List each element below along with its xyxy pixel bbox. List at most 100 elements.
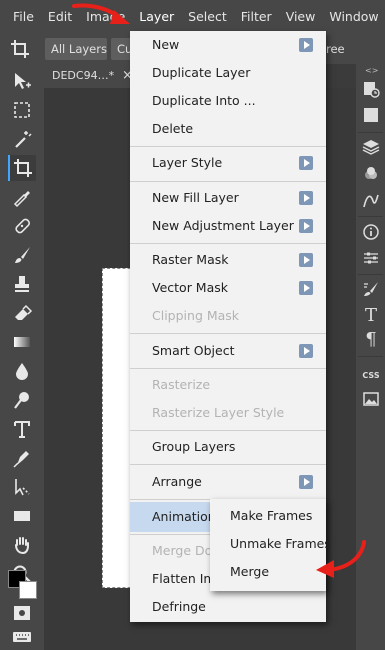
- menu-item-label: Duplicate Into ...: [152, 93, 256, 108]
- menu-item-label: Animation: [152, 509, 216, 524]
- menu-item-label: Delete: [152, 121, 194, 136]
- menu-item-new-fill-layer[interactable]: New Fill Layer: [130, 184, 326, 212]
- menu-bar: File Edit Image Layer Select Filter View…: [0, 0, 385, 34]
- brush-icon[interactable]: [8, 242, 36, 268]
- submenu-item-label: Merge: [230, 564, 270, 579]
- menu-select[interactable]: Select: [181, 0, 234, 34]
- menu-separator: [130, 333, 326, 334]
- path-select-icon[interactable]: [8, 474, 36, 500]
- screen-mode-icon[interactable]: [8, 600, 36, 626]
- menu-item-delete[interactable]: Delete: [130, 115, 326, 143]
- menu-item-label: Vector Mask: [152, 280, 229, 295]
- image-icon[interactable]: [360, 388, 382, 410]
- menu-separator: [130, 464, 326, 465]
- menu-filter[interactable]: Filter: [234, 0, 279, 34]
- annotation-arrow-icon: [72, 3, 130, 24]
- magic-wand-icon[interactable]: [8, 126, 36, 152]
- marquee-icon[interactable]: [8, 97, 36, 123]
- menu-item-label: New Adjustment Layer: [152, 218, 294, 233]
- menu-item-label: Arrange: [152, 474, 202, 489]
- gradient-icon[interactable]: [8, 329, 36, 355]
- paragraph-icon[interactable]: ¶: [360, 328, 382, 350]
- character-icon[interactable]: T: [360, 304, 382, 326]
- menu-item-label: Rasterize: [152, 377, 211, 392]
- menu-item-new[interactable]: New: [130, 31, 326, 59]
- menu-item-label: Smart Object: [152, 343, 235, 358]
- info-icon[interactable]: [360, 221, 382, 243]
- menu-item-group-layers[interactable]: Group Layers: [130, 433, 326, 461]
- blur-icon[interactable]: [8, 358, 36, 384]
- menu-separator: [130, 368, 326, 369]
- menu-item-rasterize-layer-style: Rasterize Layer Style: [130, 399, 326, 427]
- menu-file[interactable]: File: [0, 0, 41, 34]
- background-color[interactable]: [19, 581, 37, 599]
- history-icon[interactable]: [360, 78, 382, 100]
- menu-item-defringe[interactable]: Defringe: [130, 593, 326, 621]
- panel-separator: [358, 274, 383, 275]
- panel-separator: [358, 132, 383, 133]
- swatches-icon[interactable]: [360, 104, 382, 126]
- color-swatch-icon[interactable]: [8, 570, 38, 600]
- menu-item-duplicate-layer[interactable]: Duplicate Layer: [130, 59, 326, 87]
- keyboard-icon[interactable]: [8, 624, 36, 650]
- submenu-arrow-icon: [299, 253, 313, 267]
- css-icon[interactable]: CSS: [360, 364, 382, 386]
- pen-icon[interactable]: [8, 445, 36, 471]
- menu-item-raster-mask[interactable]: Raster Mask: [130, 246, 326, 274]
- menu-item-clipping-mask: Clipping Mask: [130, 302, 326, 330]
- all-layers-button[interactable]: All Layers: [45, 38, 107, 60]
- document-tab[interactable]: DEDC94…*: [44, 64, 130, 88]
- submenu-arrow-icon: [299, 38, 313, 52]
- menu-item-vector-mask[interactable]: Vector Mask: [130, 274, 326, 302]
- text-tool-icon[interactable]: [8, 416, 36, 442]
- submenu-arrow-icon: [299, 219, 313, 233]
- submenu-arrow-icon: [299, 475, 313, 489]
- eyedropper-icon[interactable]: [8, 184, 36, 210]
- channels-icon[interactable]: [360, 163, 382, 185]
- menu-separator: [130, 181, 326, 182]
- submenu-item-merge[interactable]: Merge: [210, 558, 326, 586]
- layers-icon[interactable]: [360, 136, 382, 158]
- brushes-icon[interactable]: [360, 278, 382, 300]
- menu-view[interactable]: View: [279, 0, 323, 34]
- submenu-item-label: Make Frames: [230, 508, 313, 523]
- crop-icon[interactable]: [9, 38, 31, 60]
- hand-icon[interactable]: [8, 532, 36, 558]
- submenu-item-make-frames[interactable]: Make Frames: [210, 502, 326, 530]
- menu-item-label: New: [152, 37, 180, 52]
- menu-item-label: Clipping Mask: [152, 308, 240, 323]
- submenu-item-unmake-frames[interactable]: Unmake Frames: [210, 530, 331, 558]
- dodge-icon[interactable]: [8, 387, 36, 413]
- submenu-arrow-icon: [299, 281, 313, 295]
- menu-item-label: New Fill Layer: [152, 190, 239, 205]
- crop-tool-icon[interactable]: [8, 155, 36, 181]
- curves-icon[interactable]: [360, 190, 382, 212]
- menu-window[interactable]: Window: [322, 0, 385, 34]
- menu-layer[interactable]: Layer: [132, 0, 181, 34]
- menu-item-duplicate-into[interactable]: Duplicate Into ...: [130, 87, 326, 115]
- submenu-arrow-icon: [299, 344, 313, 358]
- move-icon[interactable]: [8, 68, 36, 94]
- menu-separator: [130, 146, 326, 147]
- menu-item-smart-object[interactable]: Smart Object: [130, 337, 326, 365]
- menu-item-new-adjustment-layer[interactable]: New Adjustment Layer: [130, 212, 326, 240]
- annotation-arrow-icon: [316, 540, 366, 578]
- panel-grip[interactable]: <>: [365, 66, 378, 75]
- menu-separator: [130, 430, 326, 431]
- menu-item-label: Defringe: [152, 599, 206, 614]
- tools-panel: [0, 64, 44, 650]
- adjustments-icon[interactable]: [360, 247, 382, 269]
- healing-icon[interactable]: [8, 213, 36, 239]
- eraser-icon[interactable]: [8, 300, 36, 326]
- submenu-arrow-icon: [299, 191, 313, 205]
- menu-item-label: Layer Style: [152, 155, 223, 170]
- menu-item-label: Group Layers: [152, 439, 236, 454]
- menu-item-layer-style[interactable]: Layer Style: [130, 149, 326, 177]
- menu-separator: [130, 243, 326, 244]
- animation-submenu: Make Frames Unmake Frames Merge: [210, 499, 331, 591]
- rectangle-icon[interactable]: [8, 503, 36, 529]
- menu-item-arrange[interactable]: Arrange: [130, 468, 326, 496]
- panel-separator: [358, 216, 383, 217]
- menu-item-rasterize: Rasterize: [130, 371, 326, 399]
- stamp-icon[interactable]: [8, 271, 36, 297]
